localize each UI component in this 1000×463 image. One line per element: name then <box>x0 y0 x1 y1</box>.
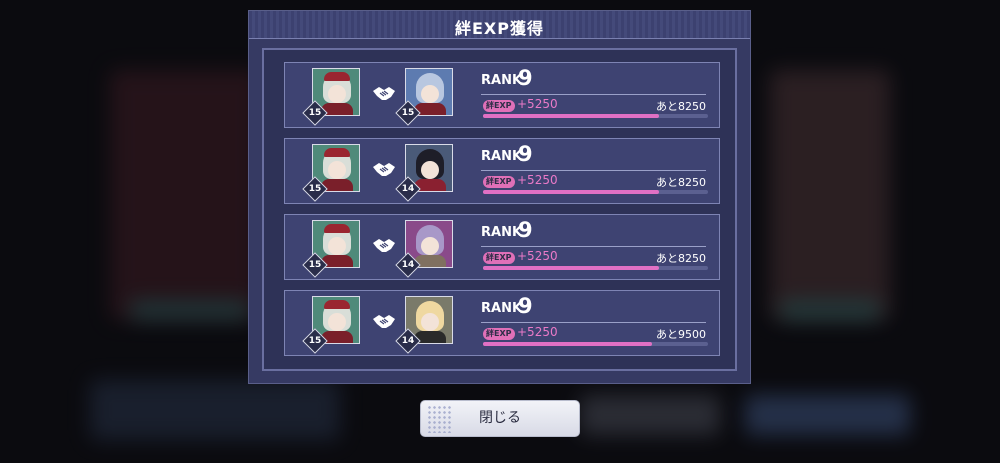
exp-gain: +5250 <box>517 97 558 111</box>
bond-row: 15 14 RANK 9 絆EXP +5250 あと8250 <box>284 214 720 280</box>
exp-gain: +5250 <box>517 325 558 339</box>
handshake-icon <box>373 315 395 328</box>
rank-value: 9 <box>518 294 533 318</box>
divider <box>481 170 706 171</box>
bond-row: 15 15 RANK 9 絆EXP +5250 あと8250 <box>284 62 720 128</box>
handshake-icon <box>373 239 395 252</box>
exp-progress-bar <box>483 342 708 346</box>
left-level: 15 <box>308 336 322 346</box>
close-button[interactable]: 閉じる <box>420 400 580 437</box>
exp-badge: 絆EXP <box>483 252 515 264</box>
exp-remaining: あと8250 <box>656 176 706 189</box>
dialog-header: 絆EXP獲得 <box>249 11 750 39</box>
left-level: 15 <box>308 108 322 118</box>
bond-list: 15 15 RANK 9 絆EXP +5250 あと8250 15 14 RAN… <box>262 48 737 371</box>
exp-gain: +5250 <box>517 249 558 263</box>
exp-remaining: あと8250 <box>656 100 706 113</box>
exp-progress-bar <box>483 190 708 194</box>
exp-progress-fill <box>483 114 659 118</box>
rank-value: 9 <box>518 218 533 242</box>
rank-label: RANK <box>481 73 523 88</box>
exp-remaining: あと8250 <box>656 252 706 265</box>
left-level: 15 <box>308 184 322 194</box>
rank-value: 9 <box>518 142 533 166</box>
close-button-label: 閉じる <box>479 410 521 426</box>
exp-progress-bar <box>483 114 708 118</box>
handshake-icon <box>373 87 395 100</box>
exp-progress-fill <box>483 266 659 270</box>
right-level: 15 <box>401 108 415 118</box>
exp-remaining: あと9500 <box>656 328 706 341</box>
game-screen: 絆EXP獲得 15 15 RANK 9 絆EXP +5250 あと8250 15… <box>0 0 1000 463</box>
exp-progress-bar <box>483 266 708 270</box>
bond-row: 15 14 RANK 9 絆EXP +5250 あと9500 <box>284 290 720 356</box>
right-level: 14 <box>401 184 415 194</box>
exp-badge: 絆EXP <box>483 100 515 112</box>
exp-badge: 絆EXP <box>483 328 515 340</box>
rank-label: RANK <box>481 225 523 240</box>
right-level: 14 <box>401 336 415 346</box>
bond-row: 15 14 RANK 9 絆EXP +5250 あと8250 <box>284 138 720 204</box>
divider <box>481 246 706 247</box>
handshake-icon <box>373 163 395 176</box>
dialog-title: 絆EXP獲得 <box>455 19 544 38</box>
left-level: 15 <box>308 260 322 270</box>
right-level: 14 <box>401 260 415 270</box>
rank-label: RANK <box>481 301 523 316</box>
bond-exp-dialog: 絆EXP獲得 15 15 RANK 9 絆EXP +5250 あと8250 15… <box>248 10 751 384</box>
rank-value: 9 <box>518 66 533 90</box>
exp-progress-fill <box>483 342 652 346</box>
exp-gain: +5250 <box>517 173 558 187</box>
divider <box>481 322 706 323</box>
exp-progress-fill <box>483 190 659 194</box>
divider <box>481 94 706 95</box>
rank-label: RANK <box>481 149 523 164</box>
dot-pattern <box>427 405 451 433</box>
exp-badge: 絆EXP <box>483 176 515 188</box>
